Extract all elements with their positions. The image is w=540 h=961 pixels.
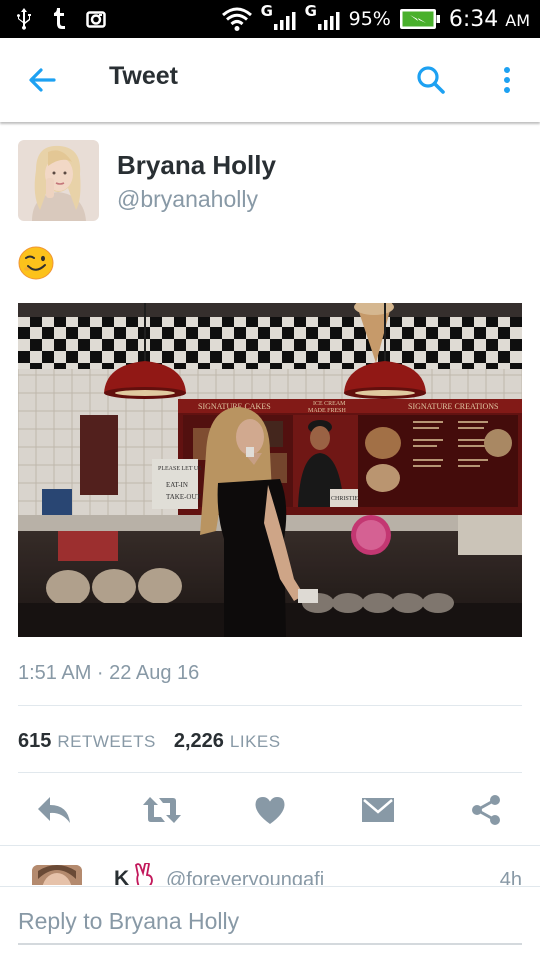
reply-author-handle[interactable]: @foreveryoungafi xyxy=(166,869,324,885)
usb-icon xyxy=(17,8,31,30)
reply-icon xyxy=(38,797,70,823)
reply-time: 4h xyxy=(499,869,522,885)
more-vertical-icon[interactable] xyxy=(495,64,519,96)
network-type-1: G xyxy=(260,2,273,20)
status-notification-icons xyxy=(16,8,106,30)
reply-avatar-image xyxy=(32,865,82,885)
tweet-stats: 615 RETWEETS 2,226 LIKES xyxy=(18,730,299,753)
reply-avatar[interactable] xyxy=(32,865,82,885)
retweets-stat[interactable]: 615 RETWEETS xyxy=(18,730,156,753)
divider xyxy=(18,705,522,706)
likes-count: 2,226 xyxy=(173,730,224,752)
author-handle[interactable]: @bryanaholly xyxy=(117,186,258,213)
likes-stat[interactable]: 2,226 LIKES xyxy=(174,730,281,753)
clock-time: 6:34 xyxy=(448,6,499,32)
signal-2: G xyxy=(304,2,341,34)
avatar-image xyxy=(18,140,99,221)
reply-author-name[interactable]: K xyxy=(114,867,129,885)
retweets-count: 615 xyxy=(18,730,52,752)
author-name[interactable]: Bryana Holly xyxy=(117,150,276,181)
retweet-icon xyxy=(143,797,181,823)
reply-tweet-preview[interactable]: K @foreveryoungafi 4h xyxy=(0,845,540,885)
victory-hand-emoji xyxy=(135,863,153,885)
search-icon[interactable] xyxy=(415,64,447,96)
wifi-icon xyxy=(221,7,252,31)
share-button[interactable] xyxy=(464,788,508,832)
tweet-timestamp: 1:51 AM · 22 Aug 16 xyxy=(18,662,200,684)
back-arrow-icon[interactable] xyxy=(26,64,58,96)
clock-suffix: AM xyxy=(505,10,530,30)
status-system-icons: G G 95% 6:34 AM xyxy=(221,2,530,34)
battery-charging-icon xyxy=(399,9,440,29)
tumblr-icon xyxy=(54,8,65,29)
retweets-label: RETWEETS xyxy=(57,732,156,751)
network-type-2: G xyxy=(304,2,317,20)
camera-icon xyxy=(86,11,106,28)
tweet-actions xyxy=(0,788,540,832)
page-title: Tweet xyxy=(109,62,178,90)
direct-message-icon xyxy=(362,798,394,822)
status-bar: G G 95% 6:34 AM xyxy=(0,0,540,38)
reply-composer xyxy=(0,886,540,961)
photo-image: SIGNATURE CAKES ICE CREAM MADE FRESH SIG… xyxy=(18,303,522,637)
retweet-button[interactable] xyxy=(140,788,184,832)
reply-button[interactable] xyxy=(32,788,76,832)
share-icon xyxy=(472,795,500,825)
reply-input[interactable] xyxy=(18,899,522,945)
tweet-photo[interactable]: SIGNATURE CAKES ICE CREAM MADE FRESH SIG… xyxy=(18,303,522,637)
battery-percent: 95% xyxy=(348,8,391,30)
signal-icon xyxy=(273,12,296,30)
app-bar: Tweet xyxy=(0,38,540,122)
signal-1: G xyxy=(260,2,297,34)
likes-label: LIKES xyxy=(229,732,281,751)
like-heart-icon xyxy=(255,797,285,824)
author-avatar[interactable] xyxy=(18,140,99,221)
direct-message-button[interactable] xyxy=(356,788,400,832)
divider xyxy=(18,772,522,773)
signal-icon xyxy=(317,12,340,30)
winking-face-emoji xyxy=(18,246,54,280)
like-button[interactable] xyxy=(248,788,292,832)
clock: 6:34 AM xyxy=(449,7,530,32)
